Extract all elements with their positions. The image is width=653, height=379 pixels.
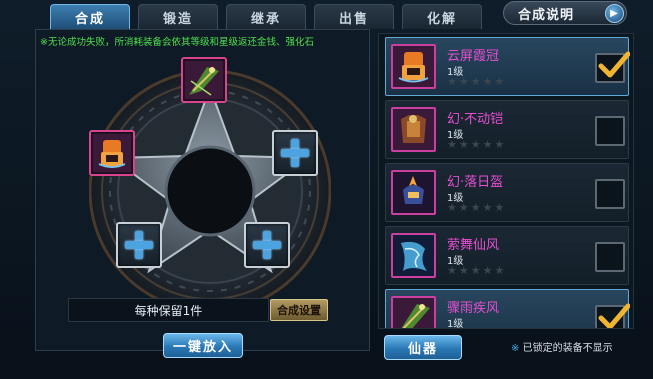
list-item[interactable]: 骤雨疾风 1级 xyxy=(385,289,630,329)
blue-wind-icon xyxy=(391,233,436,278)
star-icon: ★ xyxy=(470,75,481,88)
star-icon: ★ xyxy=(447,138,457,151)
star-icon: ★ xyxy=(458,264,469,277)
bow-equipment-icon xyxy=(185,61,223,99)
flame-helmet-icon xyxy=(391,170,436,215)
select-checkbox[interactable] xyxy=(595,116,625,146)
refund-notice: ※无论成功失败，所消耗装备会依其等级和星级返还金钱、强化石 xyxy=(40,37,314,48)
star-icon: ★ xyxy=(447,201,457,214)
synthesis-slot-bottom-right[interactable] xyxy=(244,222,290,268)
select-checkbox[interactable] xyxy=(595,179,625,209)
bow-equipment-icon xyxy=(391,296,436,328)
star-icon: ★ xyxy=(458,75,469,88)
star-rating: ★ ★ ★ ★ ★ xyxy=(447,76,504,88)
checkmark-icon xyxy=(598,303,630,328)
tab-sell[interactable]: 出售 xyxy=(314,4,394,29)
list-item[interactable]: 萦舞仙风 1级 ★ ★ ★ ★ ★ xyxy=(385,226,629,285)
orange-helmet-icon xyxy=(391,44,436,89)
item-name: 幻·落日盔 xyxy=(447,175,504,190)
select-checkbox[interactable] xyxy=(595,51,630,83)
plus-icon xyxy=(252,230,282,260)
star-icon: ★ xyxy=(458,201,469,214)
star-icon: ★ xyxy=(482,138,493,151)
synthesis-slot-bottom-left[interactable] xyxy=(116,222,162,268)
wheel-center-hole xyxy=(164,145,256,237)
synthesis-slot-top[interactable] xyxy=(181,57,227,103)
star-icon: ★ xyxy=(470,264,481,277)
tab-inherit[interactable]: 继承 xyxy=(226,4,306,29)
note-text: 已锁定的装备不显示 xyxy=(522,343,613,354)
synthesis-slot-left[interactable] xyxy=(89,130,135,176)
note-asterisk: ※ xyxy=(511,343,520,354)
equipment-list[interactable]: 云屏霞冠 1级 ★ ★ ★ ★ ★ 幻·不动铠 1级 ★ ★ ★ ★ ★ 幻·落… xyxy=(378,33,634,329)
tab-bar: 合成 锻造 继承 出售 化解 xyxy=(50,4,482,30)
item-name: 幻·不动铠 xyxy=(447,112,504,127)
plus-icon xyxy=(280,138,310,168)
help-button-label: 合成说明 xyxy=(518,7,575,23)
checkmark-icon xyxy=(598,51,630,78)
select-checkbox[interactable] xyxy=(595,242,625,272)
star-icon: ★ xyxy=(494,75,505,88)
star-icon: ★ xyxy=(447,264,457,277)
item-name: 萦舞仙风 xyxy=(447,238,500,253)
star-icon: ★ xyxy=(470,138,481,151)
star-rating: ★ ★ ★ ★ ★ xyxy=(447,202,504,214)
star-icon: ★ xyxy=(470,201,481,214)
armor-icon xyxy=(391,107,436,152)
category-filter-button[interactable]: 仙器 xyxy=(384,335,462,360)
tab-dissolve[interactable]: 化解 xyxy=(402,4,482,29)
tab-forge[interactable]: 锻造 xyxy=(138,4,218,29)
star-rating: ★ ★ ★ ★ ★ xyxy=(447,139,504,151)
synthesis-slot-right[interactable] xyxy=(272,130,318,176)
orange-helmet-icon xyxy=(93,134,131,172)
star-icon: ★ xyxy=(482,264,493,277)
item-name: 骤雨疾风 xyxy=(447,301,500,316)
one-click-add-button[interactable]: 一键放入 xyxy=(163,333,243,358)
list-item[interactable]: 云屏霞冠 1级 ★ ★ ★ ★ ★ xyxy=(385,37,630,96)
star-icon: ★ xyxy=(494,138,505,151)
synthesis-screen: 合成 锻造 继承 出售 化解 合成说明 ▶ ※无论成功失败，所消耗装备会依其等级… xyxy=(0,0,653,379)
plus-icon xyxy=(124,230,154,260)
tab-synthesis[interactable]: 合成 xyxy=(50,4,130,29)
locked-equipment-note: ※ 已锁定的装备不显示 xyxy=(511,339,613,354)
select-checkbox[interactable] xyxy=(595,303,630,328)
star-rating: ★ ★ ★ ★ ★ xyxy=(447,265,504,277)
star-icon: ★ xyxy=(482,75,493,88)
star-icon: ★ xyxy=(447,75,457,88)
list-item[interactable]: 幻·不动铠 1级 ★ ★ ★ ★ ★ xyxy=(385,100,629,159)
play-arrow-icon: ▶ xyxy=(605,4,624,23)
star-icon: ★ xyxy=(494,264,505,277)
reserve-quantity-label: 每种保留1件 xyxy=(68,298,269,322)
synthesis-wheel xyxy=(89,70,331,312)
item-level: 1级 xyxy=(447,319,464,329)
synthesis-help-button[interactable]: 合成说明 ▶ xyxy=(503,1,627,25)
item-name: 云屏霞冠 xyxy=(447,49,500,64)
star-icon: ★ xyxy=(482,201,493,214)
star-icon: ★ xyxy=(494,201,505,214)
synthesis-settings-button[interactable]: 合成设置 xyxy=(270,299,328,321)
star-icon: ★ xyxy=(458,138,469,151)
list-item[interactable]: 幻·落日盔 1级 ★ ★ ★ ★ ★ xyxy=(385,163,629,222)
